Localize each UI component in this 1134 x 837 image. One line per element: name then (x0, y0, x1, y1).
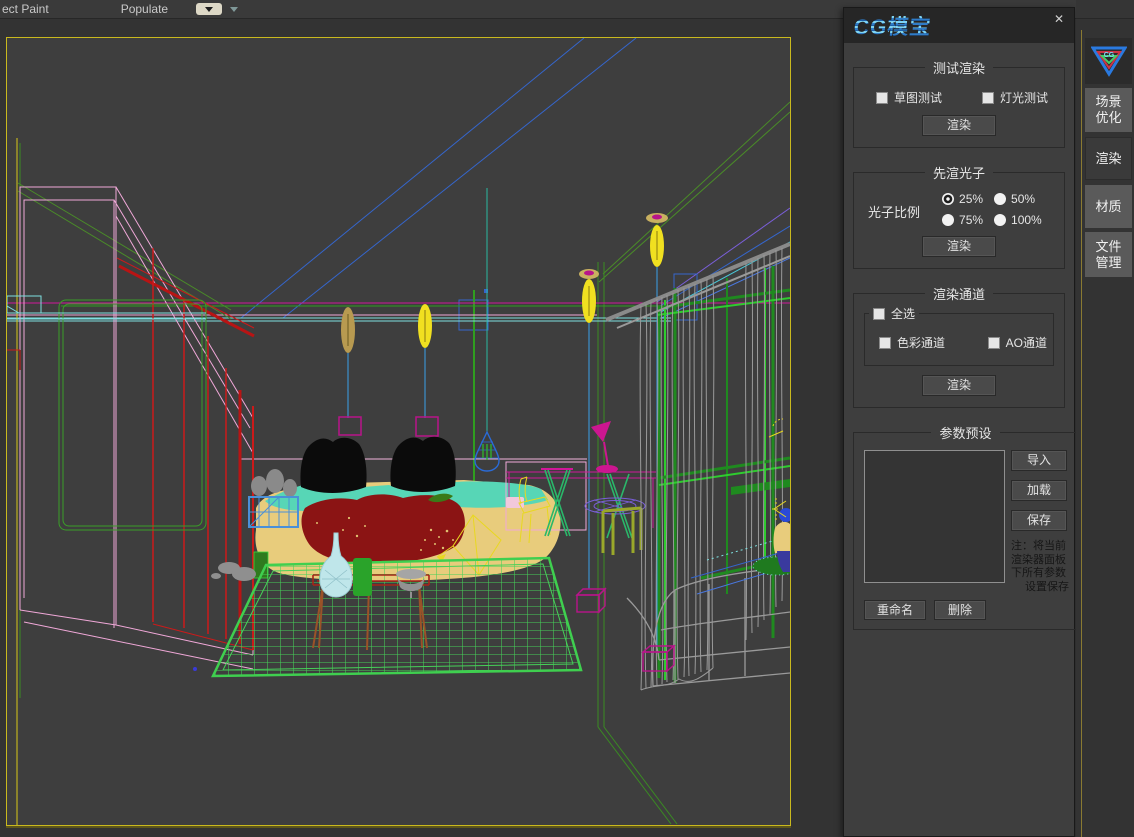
checkbox-box[interactable] (981, 91, 994, 104)
group-test-render: 测试渲染 草图测试 灯光测试 渲染 (853, 58, 1065, 148)
helper-dot (193, 667, 197, 671)
cg-logo-icon: CG (1090, 46, 1127, 77)
checkbox-box[interactable] (876, 91, 888, 104)
photon-ratio-label: 光子比例 (868, 205, 921, 220)
radio-dot[interactable] (994, 214, 1007, 226)
group-presets-title: 参数预设 (939, 426, 992, 441)
sidebar-tab-scene-optimize[interactable]: 场景优化 (1085, 88, 1132, 132)
rename-button[interactable]: 重命名 (864, 600, 926, 620)
wardrobe-wireframe (7, 138, 255, 825)
checkbox-box[interactable] (879, 336, 891, 349)
radio-75[interactable]: 75% (942, 213, 994, 227)
preset-note: 注：将当前 渲染器面板 下所有参数 设置保存 (1011, 540, 1069, 593)
panel-title-bar[interactable]: CG模宝 ✕ (844, 8, 1074, 43)
close-icon[interactable]: ✕ (1052, 12, 1066, 26)
curtains (605, 242, 790, 691)
checkbox-light-test[interactable]: 灯光测试 (981, 89, 1048, 106)
cg-logo-tile[interactable]: CG (1085, 38, 1132, 84)
sidebar-tab-material[interactable]: 材质 (1085, 185, 1132, 228)
radio-100[interactable]: 100% (994, 213, 1052, 227)
cg-mobao-panel: CG模宝 ✕ 测试渲染 草图测试 灯光测试 渲染 先渲光子 光子比例 25% 5… (843, 7, 1078, 837)
group-channels-title: 渲染通道 (932, 287, 985, 302)
3d-viewport[interactable] (6, 37, 791, 826)
svg-text:CG: CG (1103, 52, 1114, 59)
load-button[interactable]: 加载 (1011, 480, 1067, 501)
checkbox-box[interactable] (987, 336, 1000, 349)
radio-dot[interactable] (942, 214, 955, 226)
flyout-button[interactable] (196, 3, 223, 15)
checkbox-ao-channel[interactable]: AO通道 (987, 334, 1047, 351)
sidebar-tab-render[interactable]: 渲染 (1085, 137, 1132, 180)
preset-listbox[interactable] (864, 450, 1005, 583)
group-channels: 渲染通道 全选 色彩通道 AO通道 渲染 (853, 284, 1065, 408)
render-button-test[interactable]: 渲染 (922, 115, 996, 136)
render-button-channels[interactable]: 渲染 (922, 375, 996, 396)
checkbox-select-all[interactable]: 全选 (869, 305, 919, 322)
menu-item-populate[interactable]: Populate (111, 2, 178, 16)
wireframe-scene (7, 38, 790, 825)
checkbox-box[interactable] (873, 307, 885, 320)
group-presets: 参数预设 导入 加载 保存 注：将当前 渲染器面板 下所有参数 设置保存 重命名… (853, 423, 1078, 630)
radio-50[interactable]: 50% (994, 192, 1052, 206)
sidebar-accent-line (1081, 30, 1082, 837)
group-photon-title: 先渲光子 (932, 166, 985, 181)
dropdown-arrow-small-icon[interactable] (230, 6, 239, 12)
group-photon: 先渲光子 光子比例 25% 50% 75% 100% 渲染 (853, 163, 1065, 269)
right-sidebar: CG 场景优化 渲染 材质 文件管理 (1076, 0, 1134, 837)
dropdown-arrow-icon (205, 6, 214, 12)
radio-25[interactable]: 25% (942, 192, 994, 206)
checkbox-color-channel[interactable]: 色彩通道 (879, 334, 945, 351)
checkbox-sketch-test[interactable]: 草图测试 (876, 89, 942, 106)
menu-item-object-paint[interactable]: ect Paint (0, 2, 59, 16)
radio-dot[interactable] (942, 193, 955, 205)
panel-logo: CG模宝 (852, 11, 933, 41)
group-test-render-title: 测试渲染 (932, 61, 985, 76)
shelf-wireframe (7, 295, 207, 531)
select-all-box: 全选 色彩通道 AO通道 (864, 305, 1054, 366)
render-button-photon[interactable]: 渲染 (922, 236, 996, 257)
import-button[interactable]: 导入 (1011, 450, 1067, 471)
sidebar-top-strip (1076, 0, 1134, 19)
sidebar-tab-file-manage[interactable]: 文件管理 (1085, 232, 1132, 277)
radio-dot[interactable] (994, 193, 1007, 205)
save-button[interactable]: 保存 (1011, 510, 1067, 531)
delete-button[interactable]: 删除 (934, 600, 986, 620)
